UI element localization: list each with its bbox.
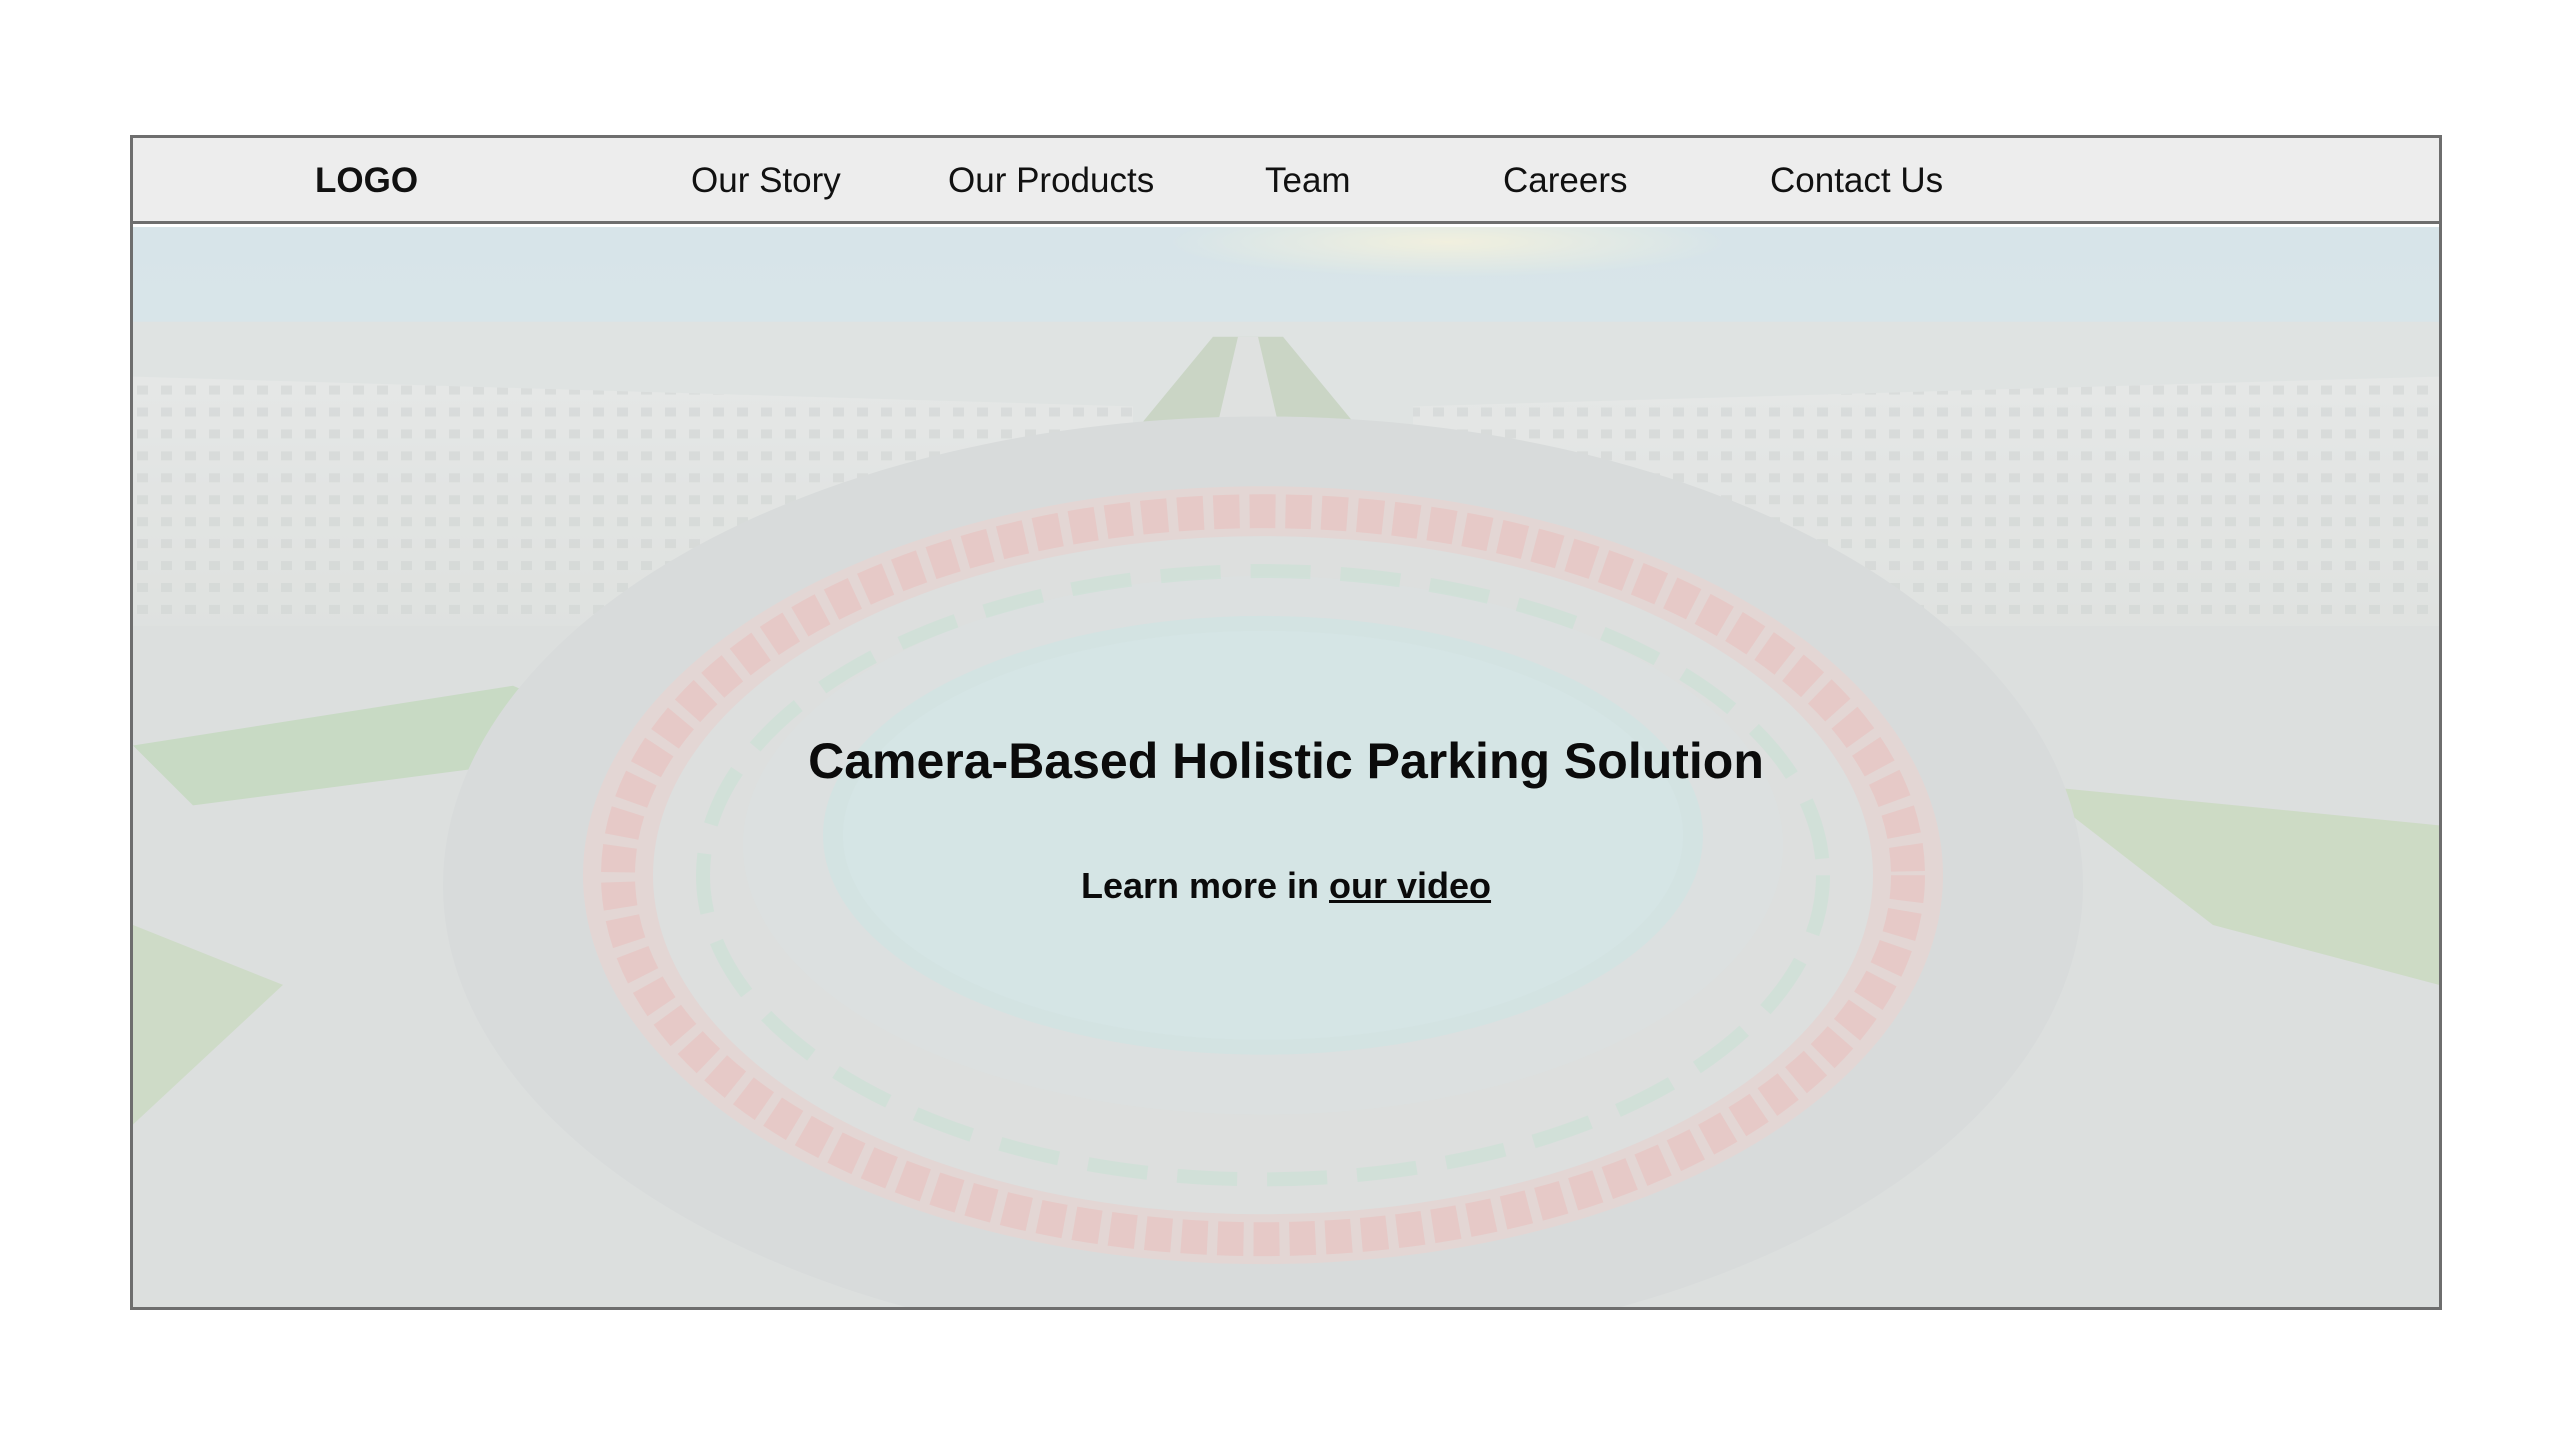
hero-section: Camera-Based Holistic Parking Solution L… [133, 227, 2439, 1307]
nav-careers[interactable]: Careers [1503, 138, 1627, 224]
nav-our-story[interactable]: Our Story [691, 138, 841, 224]
top-navbar: LOGO Our Story Our Products Team Careers… [133, 138, 2439, 224]
hero-subtitle: Learn more in our video [133, 865, 2439, 907]
page-frame: LOGO Our Story Our Products Team Careers… [130, 135, 2442, 1310]
nav-our-products[interactable]: Our Products [948, 138, 1154, 224]
nav-contact-us[interactable]: Contact Us [1770, 138, 1943, 224]
hero-title: Camera-Based Holistic Parking Solution [808, 733, 1764, 789]
hero-subtitle-prefix: Learn more in [1080, 865, 1330, 906]
nav-team[interactable]: Team [1265, 138, 1351, 224]
our-video-link[interactable]: our video [1329, 865, 1491, 906]
logo: LOGO [315, 161, 419, 200]
